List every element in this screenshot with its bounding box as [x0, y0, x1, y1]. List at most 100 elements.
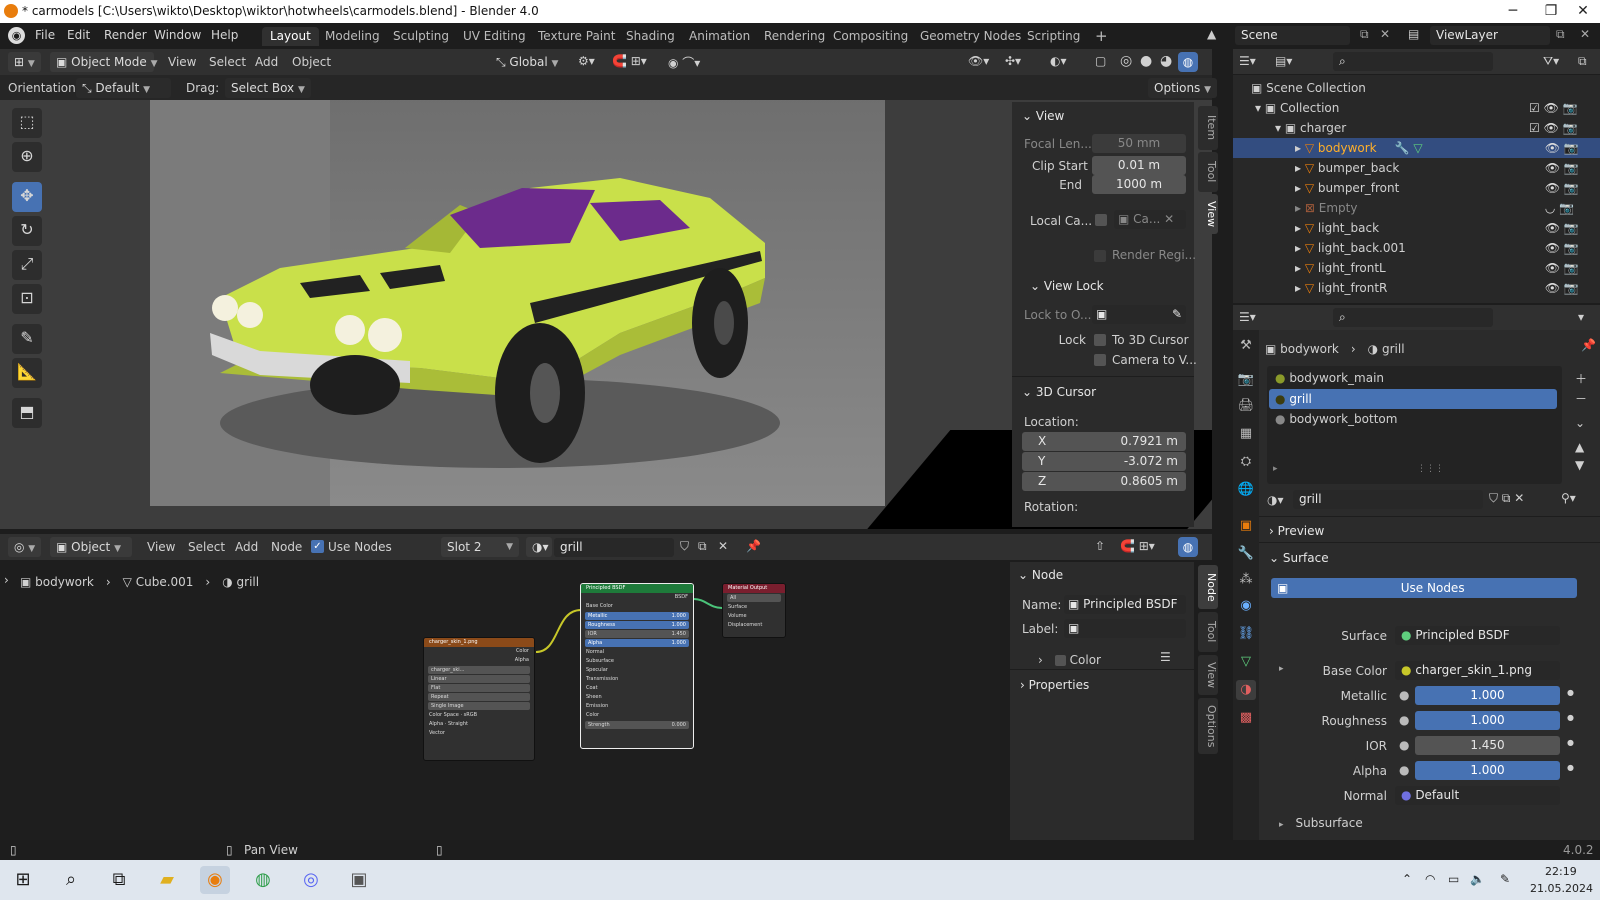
start-icon[interactable]: ⊞: [8, 866, 38, 894]
clip-end-field[interactable]: 1000 m: [1092, 175, 1186, 194]
node-color-presets-icon[interactable]: ☰: [1160, 650, 1171, 664]
bsdf-ior-field[interactable]: IOR 1.450: [585, 630, 689, 638]
alpha-socket-icon[interactable]: ●: [1399, 763, 1409, 777]
tab-uv-editing[interactable]: UV Editing: [455, 27, 534, 46]
blender-taskbar-icon[interactable]: ◉: [200, 866, 230, 894]
maximize-icon[interactable]: ❐: [1536, 0, 1566, 23]
sidebar-tab-item[interactable]: Item: [1198, 106, 1218, 150]
pin-icon[interactable]: 📌: [746, 539, 761, 553]
wifi-icon[interactable]: ◠: [1425, 872, 1435, 886]
material-fake-user-icon[interactable]: ⛉ ⧉ ✕: [1489, 491, 1524, 506]
snap-icon[interactable]: 🧲 ⊞▾: [612, 54, 647, 68]
bsdf-roughness-field[interactable]: Roughness 1.000: [585, 621, 689, 629]
proportional-edit-icon[interactable]: ◉ ⌒▾: [668, 54, 700, 71]
slot-specials-icon[interactable]: ⌄: [1575, 416, 1585, 430]
material-output-node[interactable]: Material Output All Surface Volume Displ…: [722, 583, 786, 638]
parent-node-tree-icon[interactable]: ⇧: [1095, 539, 1105, 553]
select-box-tool-icon[interactable]: ⬚: [12, 108, 42, 138]
menu-view[interactable]: View: [168, 55, 196, 69]
bsdf-subsurface[interactable]: Subsurface: [581, 657, 693, 666]
subsurface-row[interactable]: ▸ Subsurface: [1279, 814, 1363, 831]
clip-start-field[interactable]: 0.01 m: [1092, 156, 1186, 175]
node-label-field[interactable]: ▣: [1064, 619, 1186, 638]
menu-select[interactable]: Select: [209, 55, 246, 69]
texture-tab-icon[interactable]: ▩: [1236, 708, 1256, 728]
bsdf-coat[interactable]: Coat: [581, 684, 693, 693]
filter-icon[interactable]: ⛛▾: [1543, 54, 1559, 69]
menu-add[interactable]: Add: [255, 55, 278, 69]
constraints-tab-icon[interactable]: ⛓: [1236, 624, 1256, 644]
roughness-slider[interactable]: 1.000: [1415, 711, 1560, 730]
slot-item-grill[interactable]: ● grill: [1269, 389, 1557, 409]
search-icon[interactable]: ⌕: [56, 866, 86, 894]
view-layer-selector[interactable]: ViewLayer: [1430, 26, 1550, 45]
bsdf-metallic-field[interactable]: Metallic 1.000: [585, 612, 689, 620]
new-scene-icon[interactable]: ⧉: [1360, 27, 1369, 42]
principled-bsdf-node[interactable]: Principled BSDF BSDF Base Color Metallic…: [580, 583, 694, 749]
options-dropdown[interactable]: Options ▼: [1148, 78, 1218, 98]
view-layer-tab-icon[interactable]: ▦: [1236, 424, 1256, 444]
battery-icon[interactable]: ▭: [1448, 872, 1459, 886]
world-tab-icon[interactable]: 🌐: [1236, 480, 1256, 500]
duplicate-material-icon[interactable]: ⧉: [698, 539, 707, 554]
visibility-toggles[interactable]: ☑ 👁 📷 ☑ 👁 📷 👁 📷 👁 📷 👁 📷 ◡ 📷 👁 📷 👁 📷 👁 📷 👁…: [1529, 98, 1589, 298]
tray-chevron-icon[interactable]: ⌃: [1402, 872, 1412, 886]
outliner-display-mode-icon[interactable]: ▤▾: [1275, 54, 1292, 68]
tool-tab-icon[interactable]: ⚒: [1236, 336, 1256, 356]
image-source[interactable]: Single Image: [428, 702, 530, 710]
data-tab-icon[interactable]: ▽: [1236, 652, 1256, 672]
tab-geometry-nodes[interactable]: Geometry Nodes: [912, 27, 1029, 46]
tab-scripting[interactable]: Scripting: [1019, 27, 1088, 46]
material-tab-icon[interactable]: ◑: [1236, 680, 1256, 700]
alpha-keyframe-icon[interactable]: ●: [1567, 763, 1574, 772]
blender-menu-icon[interactable]: ◉: [8, 27, 25, 44]
cursor-tool-icon[interactable]: ⊕: [12, 142, 42, 172]
cursor-y-field[interactable]: Y -3.072 m: [1022, 452, 1186, 471]
surface-shader-field[interactable]: ● Principled BSDF: [1395, 626, 1560, 645]
image-alpha-value[interactable]: Straight: [448, 721, 468, 727]
menu-object[interactable]: Object: [292, 55, 331, 69]
move-tool-icon[interactable]: ✥: [12, 182, 42, 212]
ior-field[interactable]: 1.450: [1415, 736, 1560, 755]
image-extension[interactable]: Repeat: [428, 693, 530, 701]
gizmo-icon[interactable]: ✣▾: [1005, 54, 1021, 68]
image-interpolation[interactable]: Linear: [428, 675, 530, 683]
slot-item-bodywork-main[interactable]: ● bodywork_main: [1275, 371, 1384, 385]
normal-field[interactable]: ● Default: [1395, 786, 1560, 805]
view-lock-header[interactable]: ⌄ View Lock: [1030, 279, 1104, 293]
use-nodes-checkbox[interactable]: ✓: [311, 540, 324, 553]
3d-cursor-header[interactable]: ⌄ 3D Cursor: [1022, 385, 1096, 399]
editor-type-button[interactable]: ⊞ ▼: [8, 52, 41, 72]
tab-shading[interactable]: Shading: [618, 27, 683, 46]
tab-modeling[interactable]: Modeling: [317, 27, 388, 46]
modifier-tab-icon[interactable]: 🔧: [1236, 544, 1256, 564]
chrome-icon[interactable]: ◍: [248, 866, 278, 894]
volume-icon[interactable]: 🔈: [1470, 872, 1485, 886]
delete-view-layer-icon[interactable]: ✕: [1580, 27, 1590, 41]
measure-tool-icon[interactable]: 📐: [12, 358, 42, 388]
unlink-material-icon[interactable]: ✕: [718, 539, 728, 553]
tab-sculpting[interactable]: Sculpting: [385, 27, 457, 46]
tab-layout[interactable]: Layout: [262, 27, 319, 46]
discord-icon[interactable]: ◎: [296, 866, 326, 894]
node-name-field[interactable]: ▣ Principled BSDF: [1064, 595, 1186, 614]
node-sidebar-tab-options[interactable]: Options: [1198, 698, 1218, 754]
node-panel-header[interactable]: ⌄ Node: [1018, 568, 1063, 582]
task-view-icon[interactable]: ⧉: [104, 866, 134, 894]
tab-compositing[interactable]: Compositing: [825, 27, 916, 46]
drag-dropdown[interactable]: Select Box ▼: [225, 78, 311, 98]
physics-tab-icon[interactable]: ◉: [1236, 596, 1256, 616]
image-projection[interactable]: Flat: [428, 684, 530, 692]
add-slot-icon[interactable]: ＋: [1575, 370, 1587, 387]
material-datablock-field[interactable]: grill: [1293, 490, 1483, 509]
node-menu-select[interactable]: Select: [188, 540, 225, 554]
camera-to-view-checkbox[interactable]: [1094, 354, 1106, 366]
bsdf-alpha-field[interactable]: Alpha 1.000: [585, 639, 689, 647]
material-name-field[interactable]: grill: [554, 538, 674, 557]
node-properties-header[interactable]: › Properties: [1020, 678, 1089, 692]
render-tab-icon[interactable]: 📷: [1236, 370, 1256, 390]
scene-tab-icon[interactable]: ⛭: [1236, 452, 1256, 472]
cursor-z-field[interactable]: Z 0.8605 m: [1022, 472, 1186, 491]
view-panel-header[interactable]: ⌄ View: [1022, 109, 1064, 123]
scene-icon[interactable]: ▲: [1207, 27, 1221, 44]
